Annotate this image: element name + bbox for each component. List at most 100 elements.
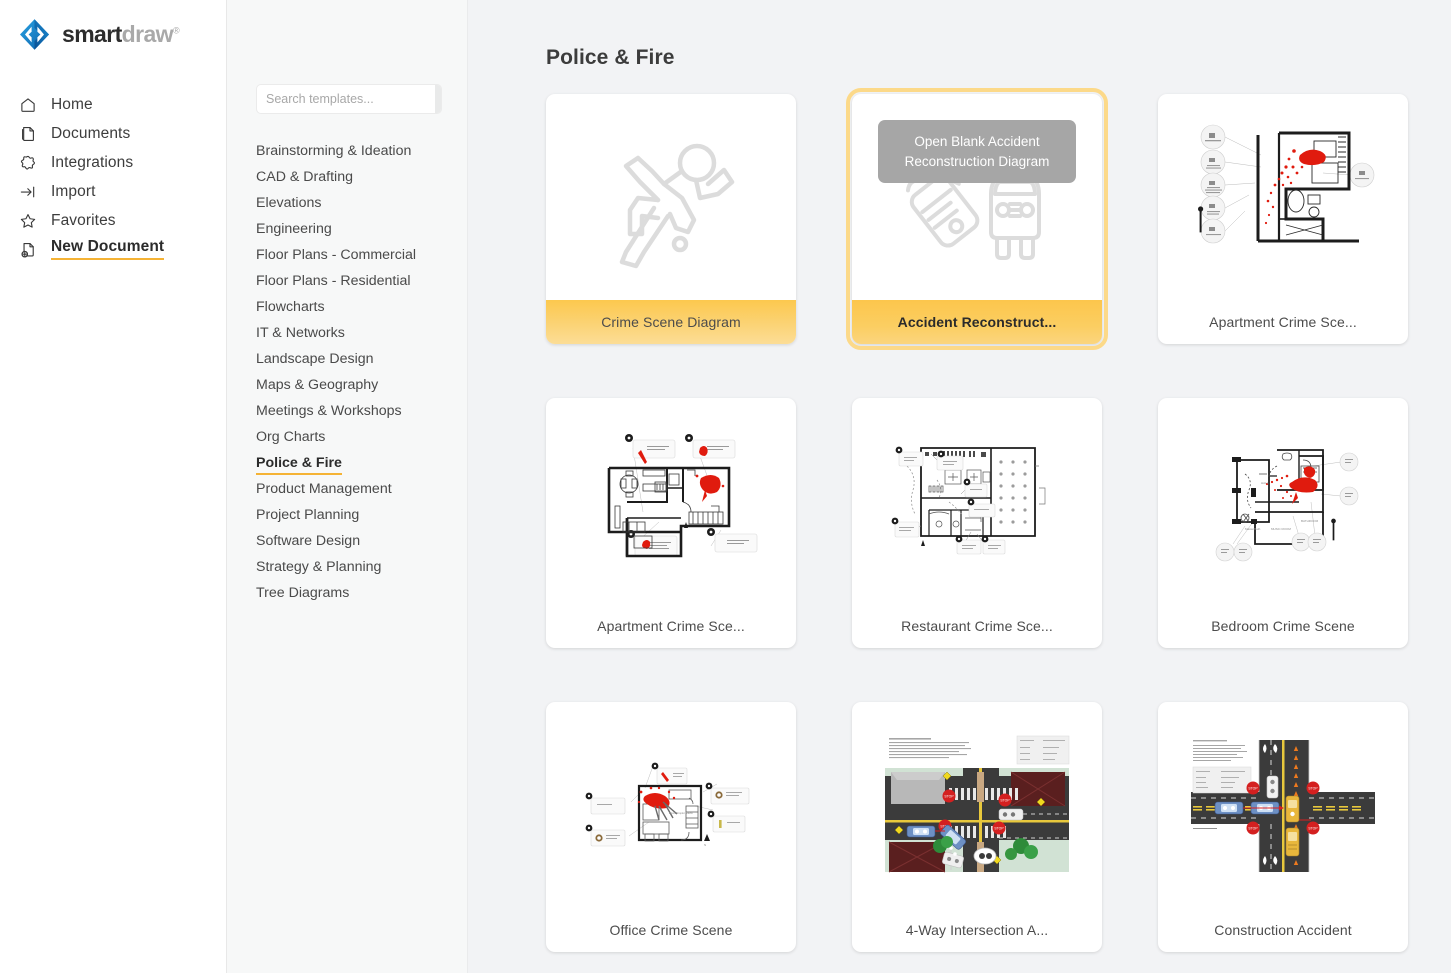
template-card-bedroom-crime-scene[interactable]: HALL MUSIC ROOM BATHROOM MasterBath Bedr… — [1158, 398, 1408, 648]
svg-text:STOP: STOP — [1308, 787, 1318, 791]
template-card-label: 4-Way Intersection A... — [905, 922, 1049, 938]
sidebar-item-home[interactable]: Home — [0, 90, 226, 119]
svg-text:MUSIC ROOM: MUSIC ROOM — [1271, 527, 1291, 531]
sidebar-item-label: Home — [51, 95, 93, 113]
category-item-engineering[interactable]: Engineering — [256, 222, 467, 236]
category-item-floor-plans-residential[interactable]: Floor Plans - Residential — [256, 274, 467, 288]
template-card-label: Office Crime Scene — [609, 922, 733, 938]
category-item-strategy-planning[interactable]: Strategy & Planning — [256, 560, 467, 574]
category-item-police-fire[interactable]: Police & Fire — [256, 456, 467, 475]
primary-navigation: Home Documents Integrations Import Favor… — [0, 90, 226, 264]
category-label: Project Planning — [256, 507, 360, 523]
category-item-maps-geography[interactable]: Maps & Geography — [256, 378, 467, 392]
template-card-crime-scene-diagram[interactable]: Crime Scene Diagram — [546, 94, 796, 344]
template-card-construction-accident[interactable]: STOP STOP STOP STOP Construction Accident — [1158, 702, 1408, 952]
sidebar-item-label: Favorites — [51, 211, 116, 229]
sidebar-item-label: Documents — [51, 124, 131, 142]
search-input[interactable] — [257, 85, 435, 113]
sidebar-item-favorites[interactable]: Favorites — [0, 206, 226, 235]
template-thumbnail — [546, 398, 796, 604]
category-label: Maps & Geography — [256, 377, 379, 393]
main-sidebar: smartdraw® Home Documents Integrations I… — [0, 0, 227, 973]
svg-text:STOP: STOP — [1248, 787, 1258, 791]
template-card-apartment-crime-scene-vertical[interactable]: Apartment Crime Sce... — [1158, 94, 1408, 344]
category-label: Product Management — [256, 481, 392, 497]
template-card-apartment-crime-scene-wide[interactable]: Apartment Crime Sce... — [546, 398, 796, 648]
template-category-panel: Brainstorming & Ideation CAD & Drafting … — [227, 0, 468, 973]
sidebar-item-integrations[interactable]: Integrations — [0, 148, 226, 177]
svg-text:N: N — [704, 843, 706, 847]
template-thumbnail: STOP STOP STOP STOP — [1158, 702, 1408, 908]
apartment-floorplan-vertical-thumbnail — [1198, 124, 1375, 243]
svg-text:STOP: STOP — [994, 827, 1004, 831]
svg-text:HALL: HALL — [1261, 481, 1269, 485]
smartdraw-diamond-logo-icon — [18, 18, 51, 51]
category-item-cad-drafting[interactable]: CAD & Drafting — [256, 170, 467, 184]
template-thumbnail: Open Blank Accident Reconstruction Diagr… — [852, 94, 1102, 300]
sidebar-item-new-document[interactable]: New Document — [0, 235, 226, 264]
category-item-software-design[interactable]: Software Design — [256, 534, 467, 548]
template-card-office-crime-scene[interactable]: Blood Droplet Stains N Office Crime Scen… — [546, 702, 796, 952]
svg-text:STOP: STOP — [1308, 827, 1318, 831]
template-thumbnail: Blood Droplet Stains N — [546, 702, 796, 908]
template-card-label: Crime Scene Diagram — [546, 300, 796, 344]
category-item-product-management[interactable]: Product Management — [256, 482, 467, 496]
template-thumbnail — [546, 94, 796, 300]
category-label: Software Design — [256, 533, 361, 549]
category-label: Org Charts — [256, 429, 326, 445]
svg-text:MasterBath: MasterBath — [1245, 527, 1261, 531]
brand-wordmark: smartdraw® — [62, 22, 180, 46]
svg-text:BATHROOM: BATHROOM — [1301, 519, 1319, 523]
category-item-floor-plans-commercial[interactable]: Floor Plans - Commercial — [256, 248, 467, 262]
template-card-label: Accident Reconstruct... — [852, 300, 1102, 344]
template-card-label: Apartment Crime Sce... — [597, 618, 745, 634]
template-grid: Crime Scene Diagram Open Blank Accident … — [546, 88, 1451, 952]
category-label: Elevations — [256, 195, 322, 211]
category-item-project-planning[interactable]: Project Planning — [256, 508, 467, 522]
template-gallery: Police & Fire Crime Scene Diagram Open B… — [468, 0, 1451, 973]
category-item-it-networks[interactable]: IT & Networks — [256, 326, 467, 340]
bedroom-floorplan-thumbnail: HALL MUSIC ROOM BATHROOM MasterBath — [1215, 449, 1359, 562]
sidebar-item-label: Import — [51, 182, 96, 200]
category-item-brainstorming-ideation[interactable]: Brainstorming & Ideation — [256, 144, 467, 158]
category-label: IT & Networks — [256, 325, 345, 341]
sidebar-item-import[interactable]: Import — [0, 177, 226, 206]
hover-tooltip: Open Blank Accident Reconstruction Diagr… — [878, 120, 1076, 184]
svg-text:STOP: STOP — [1248, 827, 1258, 831]
template-search[interactable] — [256, 84, 442, 114]
template-thumbnail: STOPSTOP STOPSTOP — [852, 702, 1102, 908]
svg-text:Blood Droplet Stains: Blood Droplet Stains — [669, 811, 693, 815]
svg-text:STOP: STOP — [1000, 799, 1010, 803]
category-item-landscape-design[interactable]: Landscape Design — [256, 352, 467, 366]
svg-text:STOP: STOP — [944, 795, 954, 799]
template-card-label: Restaurant Crime Sce... — [901, 618, 1053, 634]
template-thumbnail — [1158, 94, 1408, 300]
body-outline-ghost-icon — [596, 122, 746, 272]
search-button[interactable] — [435, 85, 441, 113]
category-label: CAD & Drafting — [256, 169, 353, 185]
import-arrow-icon — [18, 182, 37, 201]
document-icon — [18, 124, 37, 143]
template-card-4way-intersection-accident[interactable]: STOPSTOP STOPSTOP — [852, 702, 1102, 952]
category-item-org-charts[interactable]: Org Charts — [256, 430, 467, 444]
category-item-elevations[interactable]: Elevations — [256, 196, 467, 210]
template-card-restaurant-crime-scene[interactable]: Restaurant Crime Sce... — [852, 398, 1102, 648]
category-label: Brainstorming & Ideation — [256, 143, 412, 159]
intersection-accident-map-thumbnail: STOPSTOP STOPSTOP — [885, 735, 1070, 873]
template-thumbnail: HALL MUSIC ROOM BATHROOM MasterBath — [1158, 398, 1408, 604]
home-icon — [18, 95, 37, 114]
brand-logo[interactable]: smartdraw® — [0, 14, 226, 54]
sidebar-item-documents[interactable]: Documents — [0, 119, 226, 148]
star-icon — [18, 211, 37, 230]
category-list: Brainstorming & Ideation CAD & Drafting … — [227, 144, 467, 600]
template-card-label: Bedroom Crime Scene — [1211, 618, 1355, 634]
category-item-tree-diagrams[interactable]: Tree Diagrams — [256, 586, 467, 600]
category-item-meetings-workshops[interactable]: Meetings & Workshops — [256, 404, 467, 418]
puzzle-piece-icon — [18, 153, 37, 172]
new-document-icon — [18, 240, 37, 259]
category-label: Engineering — [256, 221, 332, 237]
category-item-flowcharts[interactable]: Flowcharts — [256, 300, 467, 314]
category-label: Tree Diagrams — [256, 585, 350, 601]
page-title: Police & Fire — [546, 46, 675, 69]
template-card-accident-reconstruction[interactable]: Open Blank Accident Reconstruction Diagr… — [846, 88, 1108, 350]
